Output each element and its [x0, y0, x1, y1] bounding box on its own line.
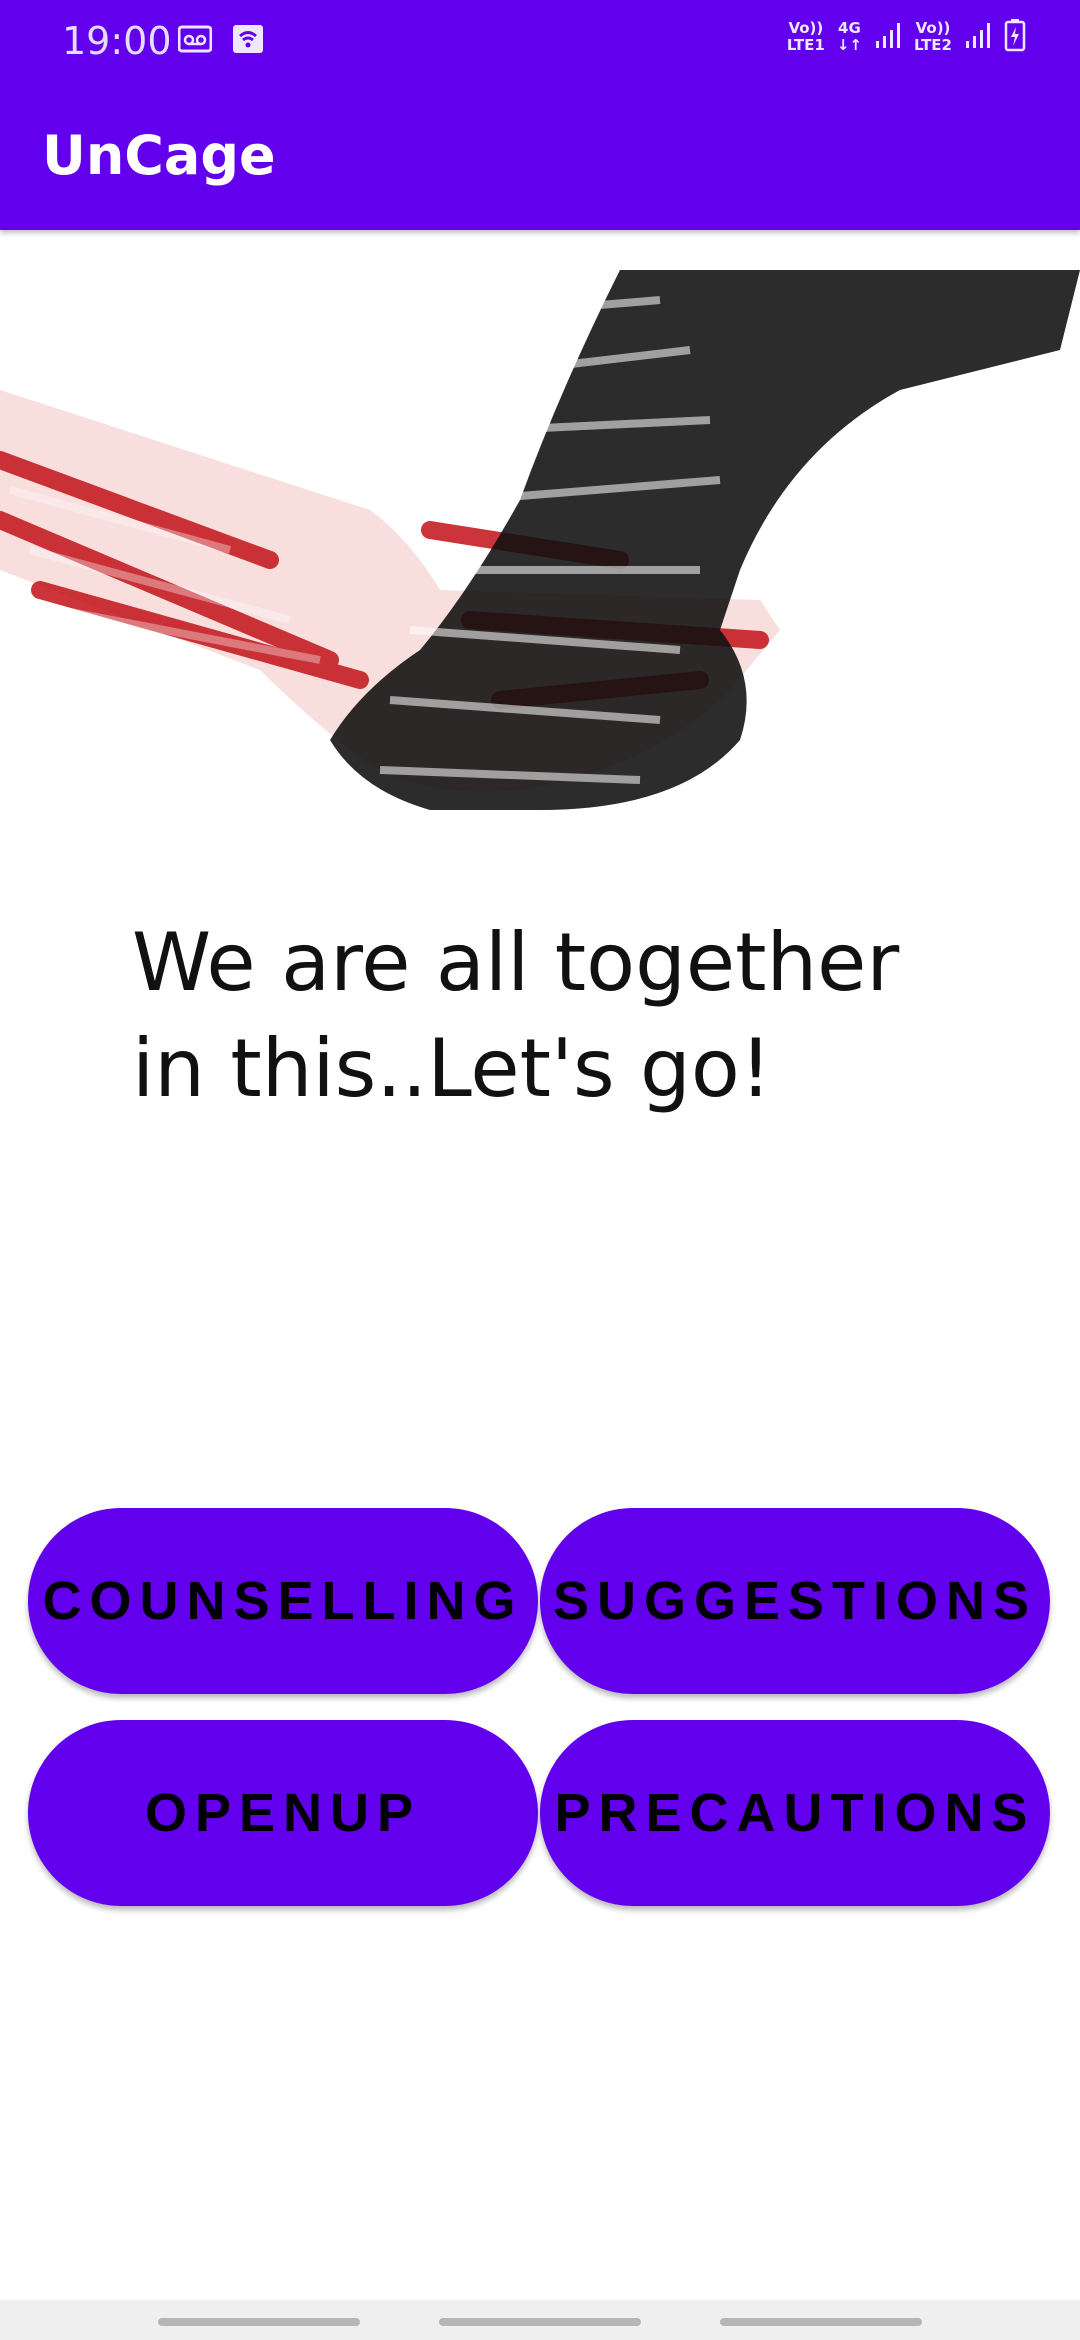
counselling-button[interactable]: COUNSELLING — [28, 1508, 538, 1694]
status-left-icons — [177, 24, 264, 58]
app-title: UnCage — [42, 124, 276, 187]
nav-handle-right[interactable] — [720, 2318, 922, 2326]
data-arrows-icon: ↓↑ — [836, 36, 862, 54]
nav-handle-left[interactable] — [158, 2318, 360, 2326]
status-bar: 19:00 Vo)) LTE1 4G ↓↑ Vo)) LTE2 — [0, 0, 1080, 82]
status-time: 19:00 — [62, 19, 172, 63]
suggestions-button[interactable]: SUGGESTIONS — [540, 1508, 1050, 1694]
tagline-line2: in this..Let's go! — [132, 1022, 772, 1115]
app-bar: UnCage — [0, 82, 1080, 230]
signal-icon — [964, 20, 992, 54]
openup-button[interactable]: OPENUP — [28, 1720, 538, 1906]
tagline: We are all together in this..Let's go! — [132, 910, 982, 1122]
gesture-navigation-bar — [0, 2300, 1080, 2340]
precautions-button[interactable]: PRECAUTIONS — [540, 1720, 1050, 1906]
status-right: Vo)) LTE1 4G ↓↑ Vo)) LTE2 — [787, 18, 1026, 56]
wifi-icon — [232, 24, 264, 58]
signal-icon — [874, 20, 902, 54]
nav-handle-center[interactable] — [439, 2318, 641, 2326]
sim1-volte-label: Vo)) LTE1 — [786, 19, 825, 54]
voicemail-icon — [177, 24, 213, 58]
network-type-label: 4G ↓↑ — [836, 19, 862, 54]
hero-image — [0, 270, 1080, 810]
battery-icon — [1004, 18, 1026, 56]
sim2-volte-label: Vo)) LTE2 — [914, 19, 952, 54]
tagline-line1: We are all together — [132, 916, 900, 1009]
